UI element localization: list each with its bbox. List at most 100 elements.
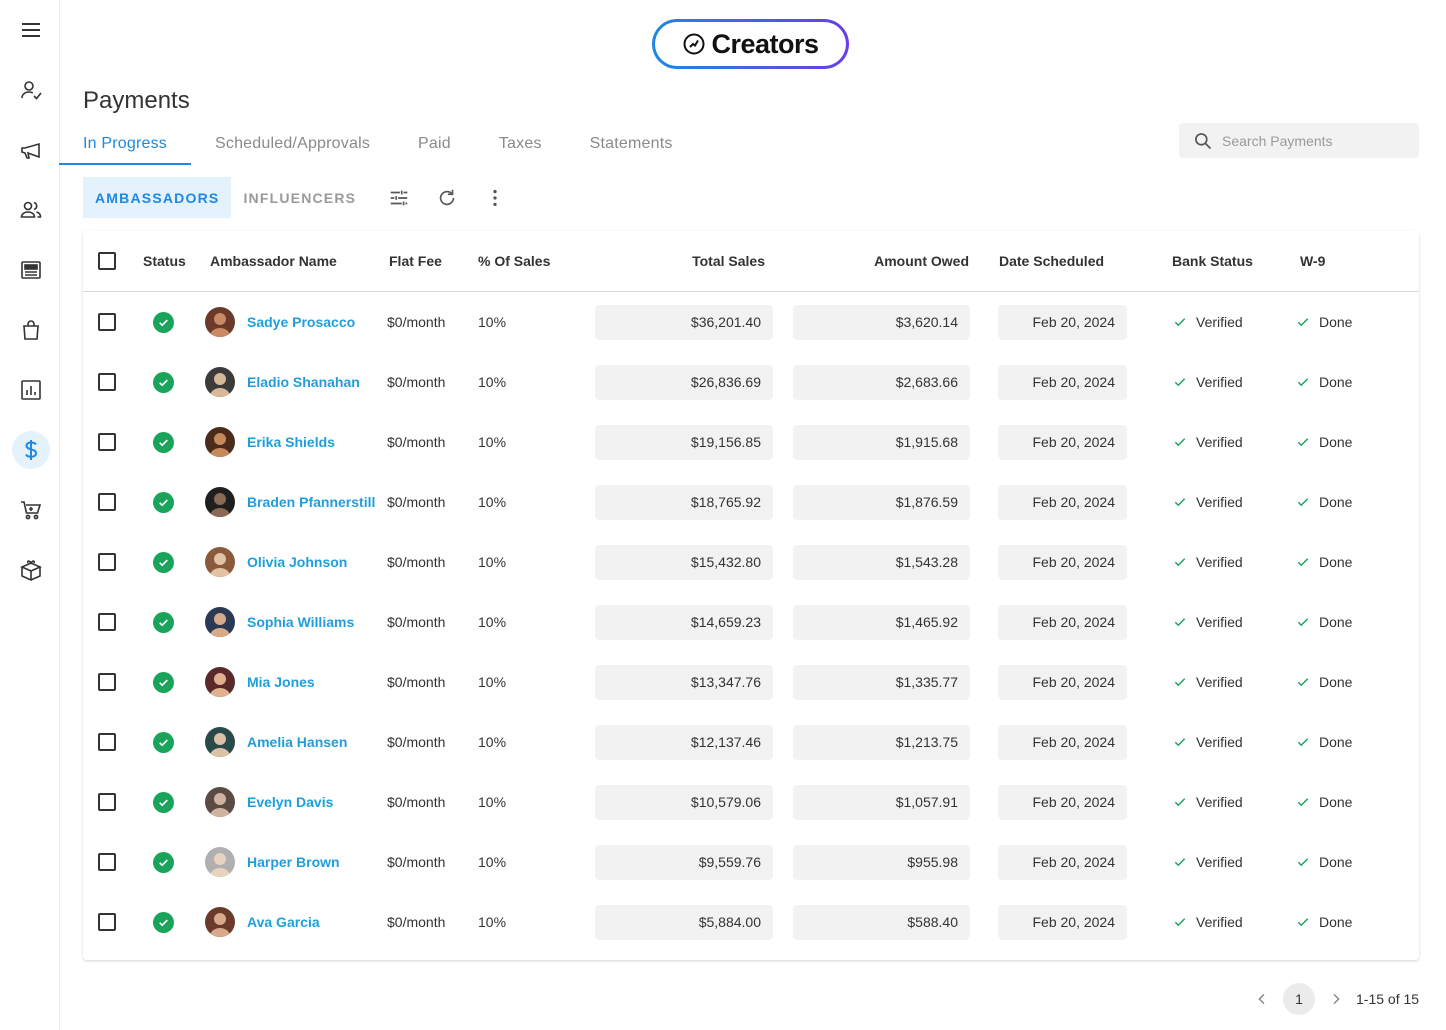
row-checkbox[interactable] bbox=[98, 853, 116, 871]
pct-sales-cell: 10% bbox=[478, 854, 507, 870]
influencers-button[interactable]: INFLUENCERS bbox=[231, 177, 368, 218]
menu-icon[interactable] bbox=[12, 11, 50, 49]
avatar-cell bbox=[205, 352, 235, 412]
people-icon[interactable] bbox=[12, 191, 50, 229]
row-checkbox[interactable] bbox=[98, 793, 116, 811]
more-vertical-icon[interactable] bbox=[483, 186, 507, 210]
avatar-cell bbox=[205, 292, 235, 352]
ambassador-name-link[interactable]: Ava Garcia bbox=[247, 914, 320, 930]
ambassador-name-cell: Braden Pfannerstill bbox=[247, 472, 375, 532]
date-scheduled-value: Feb 20, 2024 bbox=[998, 844, 1127, 880]
ambassador-name-link[interactable]: Harper Brown bbox=[247, 854, 340, 870]
header-w9[interactable]: W-9 bbox=[1300, 231, 1325, 292]
avatar-cell bbox=[205, 532, 235, 592]
newspaper-icon[interactable] bbox=[12, 251, 50, 289]
flat-fee-cell: $0/month bbox=[387, 434, 446, 450]
header-amount-owed[interactable]: Amount Owed bbox=[793, 231, 969, 292]
tab-in-progress[interactable]: In Progress bbox=[59, 122, 192, 165]
refresh-icon[interactable] bbox=[435, 186, 459, 210]
avatar bbox=[205, 667, 235, 697]
page-number[interactable]: 1 bbox=[1283, 983, 1315, 1015]
megaphone-icon[interactable] bbox=[12, 131, 50, 169]
check-icon bbox=[1173, 855, 1196, 869]
date-scheduled-value: Feb 20, 2024 bbox=[998, 904, 1127, 940]
status-check-icon bbox=[153, 431, 174, 453]
w9-cell: Done bbox=[1296, 772, 1352, 832]
w9-cell: Done bbox=[1296, 532, 1352, 592]
shopping-bag-icon[interactable] bbox=[12, 311, 50, 349]
cart-icon[interactable] bbox=[12, 491, 50, 529]
select-all-checkbox[interactable] bbox=[98, 252, 116, 270]
ambassador-name-link[interactable]: Braden Pfannerstill bbox=[247, 494, 375, 510]
header-ambassador-name[interactable]: Ambassador Name bbox=[210, 231, 337, 292]
check-icon bbox=[1296, 495, 1319, 509]
tab-scheduled-approvals[interactable]: Scheduled/Approvals bbox=[191, 122, 394, 165]
avatar bbox=[205, 847, 235, 877]
row-checkbox[interactable] bbox=[98, 613, 116, 631]
prev-page-icon[interactable] bbox=[1250, 987, 1274, 1011]
check-icon bbox=[1173, 915, 1196, 929]
row-checkbox[interactable] bbox=[98, 553, 116, 571]
header-bank-status[interactable]: Bank Status bbox=[1172, 231, 1253, 292]
amount-owed-value: $1,465.92 bbox=[793, 604, 970, 640]
status-cell bbox=[153, 292, 174, 352]
logo-text: Creators bbox=[711, 28, 819, 59]
pct-sales-cell: 10% bbox=[478, 614, 507, 630]
pagination: 1 1-15 of 15 bbox=[1250, 983, 1419, 1015]
ambassador-name-link[interactable]: Erika Shields bbox=[247, 434, 335, 450]
row-checkbox[interactable] bbox=[98, 913, 116, 931]
ambassador-name-cell: Olivia Johnson bbox=[247, 532, 347, 592]
status-check-icon bbox=[153, 791, 174, 813]
date-scheduled-value: Feb 20, 2024 bbox=[998, 484, 1127, 520]
flat-fee-cell: $0/month bbox=[387, 314, 446, 330]
header-total-sales[interactable]: Total Sales bbox=[595, 231, 765, 292]
person-check-icon[interactable] bbox=[12, 71, 50, 109]
ambassador-name-link[interactable]: Eladio Shanahan bbox=[247, 374, 360, 390]
gift-box-icon[interactable] bbox=[12, 551, 50, 589]
dollar-icon[interactable] bbox=[12, 431, 50, 469]
row-checkbox[interactable] bbox=[98, 373, 116, 391]
ambassador-name-link[interactable]: Olivia Johnson bbox=[247, 554, 347, 570]
avatar bbox=[205, 907, 235, 937]
total-sales-cell: $5,884.00 bbox=[595, 892, 773, 952]
ambassador-name-link[interactable]: Amelia Hansen bbox=[247, 734, 347, 750]
ambassador-name-link[interactable]: Mia Jones bbox=[247, 674, 315, 690]
amount-owed-cell: $2,683.66 bbox=[793, 352, 970, 412]
row-checkbox[interactable] bbox=[98, 493, 116, 511]
search-input[interactable] bbox=[1222, 132, 1402, 149]
ambassador-name-cell: Mia Jones bbox=[247, 652, 315, 712]
flat-fee-cell: $0/month bbox=[387, 854, 446, 870]
ambassador-name-link[interactable]: Sophia Williams bbox=[247, 614, 354, 630]
next-page-icon[interactable] bbox=[1324, 987, 1348, 1011]
ambassador-name-link[interactable]: Evelyn Davis bbox=[247, 794, 333, 810]
tab-taxes[interactable]: Taxes bbox=[475, 122, 566, 165]
date-scheduled-cell: Feb 20, 2024 bbox=[998, 892, 1127, 952]
bank-status-cell: Verified bbox=[1173, 712, 1243, 772]
date-scheduled-cell: Feb 20, 2024 bbox=[998, 292, 1127, 352]
total-sales-cell: $13,347.76 bbox=[595, 652, 773, 712]
avatar bbox=[205, 607, 235, 637]
header-pct-sales[interactable]: % Of Sales bbox=[478, 231, 550, 292]
row-checkbox[interactable] bbox=[98, 313, 116, 331]
check-icon bbox=[1296, 675, 1319, 689]
header-status[interactable]: Status bbox=[143, 231, 186, 292]
row-checkbox[interactable] bbox=[98, 673, 116, 691]
header-date-scheduled[interactable]: Date Scheduled bbox=[999, 231, 1104, 292]
header-flat-fee[interactable]: Flat Fee bbox=[389, 231, 442, 292]
amount-owed-value: $1,543.28 bbox=[793, 544, 970, 580]
avatar bbox=[205, 427, 235, 457]
ambassador-name-cell: Erika Shields bbox=[247, 412, 335, 472]
pct-sales-cell: 10% bbox=[478, 374, 507, 390]
tab-paid[interactable]: Paid bbox=[394, 122, 475, 165]
ambassador-name-link[interactable]: Sadye Prosacco bbox=[247, 314, 355, 330]
bar-chart-icon[interactable] bbox=[12, 371, 50, 409]
total-sales-cell: $10,579.06 bbox=[595, 772, 773, 832]
bank-status-cell: Verified bbox=[1173, 352, 1243, 412]
w9-cell: Done bbox=[1296, 412, 1352, 472]
row-checkbox[interactable] bbox=[98, 733, 116, 751]
ambassadors-button[interactable]: AMBASSADORS bbox=[83, 177, 232, 218]
row-checkbox[interactable] bbox=[98, 433, 116, 451]
filter-sliders-icon[interactable] bbox=[387, 186, 411, 210]
table-row: Sadye Prosacco $0/month 10% $36,201.40 $3,62… bbox=[83, 292, 1419, 352]
tab-statements[interactable]: Statements bbox=[566, 122, 697, 165]
